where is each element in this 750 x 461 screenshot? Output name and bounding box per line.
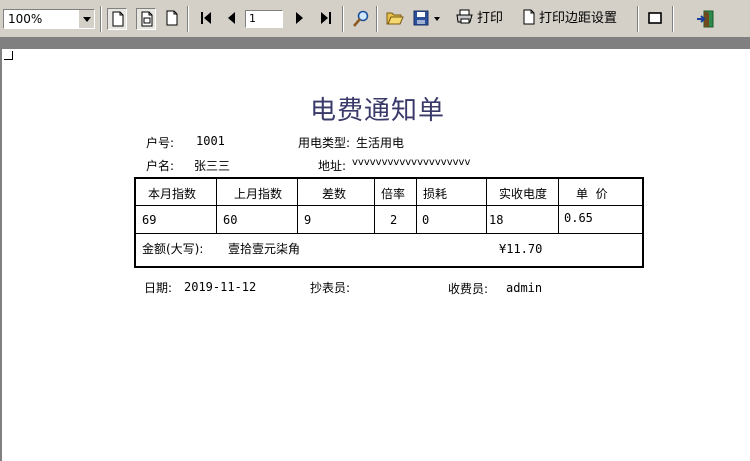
print-margin-label: 打印边距设置: [539, 11, 618, 26]
table-rule: [374, 179, 375, 233]
table-header: 上月指数: [234, 187, 283, 201]
table-cell: 60: [223, 213, 238, 227]
page-fit-icon: [141, 11, 153, 27]
toolbar-separator: [672, 6, 674, 32]
table-rule: [486, 179, 487, 233]
folder-open-icon: [386, 12, 404, 25]
page-setup-icon: [523, 9, 535, 25]
account-value: 1001: [196, 134, 225, 148]
print-label: 打印: [477, 11, 504, 26]
save-button[interactable]: [411, 8, 445, 30]
table-rule: [136, 205, 642, 206]
table-rule: [416, 179, 417, 233]
fee-table: 本月指数 上月指数 差数 倍率 损耗 实收电度 单 价 69 60 9 2 0 …: [134, 177, 644, 268]
address-value: vvvvvvvvvvvvvvvvvvvv: [352, 157, 471, 168]
toolbar-separator: [637, 6, 639, 32]
page-icon: [166, 10, 178, 26]
save-icon: [413, 10, 440, 26]
exit-door-icon: [697, 10, 714, 28]
first-page-button[interactable]: [196, 8, 216, 30]
table-cell: 18: [489, 213, 504, 227]
zoom-select[interactable]: 100%: [3, 9, 95, 29]
table-cell: 9: [304, 213, 312, 227]
toolbar-separator: [342, 6, 344, 32]
square-icon: [648, 12, 662, 24]
amount-label: 金额(大写):: [142, 242, 204, 256]
find-button[interactable]: [350, 8, 370, 30]
table-cell: 2: [390, 213, 398, 227]
table-cell: 0.65: [564, 211, 593, 225]
next-page-button[interactable]: [289, 8, 309, 30]
amount-words: 壹拾壹元柒角: [228, 242, 301, 256]
table-header: 倍率: [381, 187, 406, 201]
page-icon: [112, 11, 124, 27]
magnifier-icon: [353, 10, 369, 27]
table-cell: 69: [142, 213, 157, 227]
toolbar-separator: [100, 6, 102, 32]
table-rule: [216, 179, 217, 233]
table-rule: [558, 179, 559, 233]
address-label: 地址:: [318, 159, 347, 173]
table-rule: [297, 179, 298, 233]
usage-type-label: 用电类型:: [298, 136, 351, 150]
page-number-input[interactable]: 1: [245, 10, 283, 28]
page-frame-button[interactable]: [645, 8, 665, 30]
first-page-icon: [201, 12, 211, 24]
print-margin-settings-button[interactable]: 打印边距设置: [522, 9, 617, 29]
exit-button[interactable]: [694, 8, 716, 30]
usage-type-value: 生活用电: [356, 136, 405, 150]
fit-page-button[interactable]: [136, 8, 156, 30]
table-header: 差数: [322, 187, 347, 201]
last-page-icon: [321, 12, 331, 24]
table-cell: 0: [422, 213, 430, 227]
report-title: 电费通知单: [310, 96, 446, 126]
collector-label: 收费员:: [448, 282, 489, 296]
previous-page-icon: [228, 12, 235, 24]
last-page-button[interactable]: [316, 8, 336, 30]
print-button[interactable]: 打印: [456, 9, 503, 29]
date-value: 2019-11-12: [184, 280, 257, 294]
name-value: 张三三: [194, 159, 231, 173]
chevron-down-icon[interactable]: [78, 10, 94, 28]
table-rule: [136, 233, 642, 234]
preview-toolbar: 100% 1 打印 打印边距设置: [0, 0, 750, 38]
toolbar-separator: [376, 6, 378, 32]
name-label: 户名:: [146, 159, 175, 173]
next-page-icon: [296, 12, 303, 24]
toolbar-separator: [187, 6, 189, 32]
table-header: 实收电度: [499, 187, 548, 201]
amount-value: ¥11.70: [499, 242, 543, 256]
printer-icon: [456, 9, 473, 24]
previous-page-button[interactable]: [222, 8, 242, 30]
open-button[interactable]: [384, 8, 404, 30]
zoom-value: 100%: [8, 12, 43, 26]
account-label: 户号:: [146, 136, 175, 150]
table-header: 单 价: [576, 187, 608, 201]
collector-value: admin: [506, 281, 543, 295]
single-page-view-button[interactable]: [107, 8, 127, 30]
table-header: 损耗: [423, 187, 448, 201]
page-corner-mark: [4, 51, 13, 60]
date-label: 日期:: [144, 281, 173, 295]
meter-reader-label: 抄表员:: [310, 281, 351, 295]
table-header: 本月指数: [148, 187, 197, 201]
page-width-button[interactable]: [162, 8, 182, 30]
